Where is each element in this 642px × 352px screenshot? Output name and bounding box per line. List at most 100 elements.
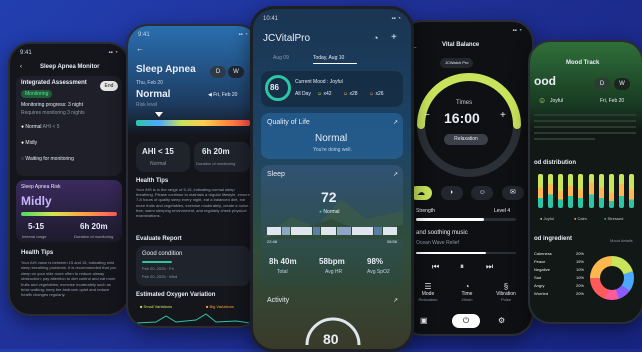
risk-sub: Risk level: [136, 102, 158, 108]
activity-score: 80: [323, 331, 339, 347]
list-item-waiting: ○ Waiting for monitoring: [21, 156, 74, 162]
date-nav[interactable]: ◀ Fri, Feb 20: [208, 92, 237, 98]
end-button[interactable]: End: [100, 81, 118, 91]
date-label: Thu, Feb 20: [136, 80, 163, 86]
risk-value: Midly: [21, 194, 52, 208]
settings-icon[interactable]: ⚙: [498, 316, 505, 325]
tips-text: Your AHI value is between 15 and 15, ind…: [21, 260, 117, 298]
status-bar: 10:41 ▪▪ ◔: [263, 16, 401, 22]
page-title: Sleep Apnea Monitor: [40, 64, 100, 70]
mood-description: [534, 110, 636, 150]
drop-icon[interactable]: ◗: [440, 186, 463, 200]
sleep-end-time: 08:56: [387, 239, 398, 244]
mood-label: Joyful: [550, 98, 564, 104]
stat-total-label: Total: [277, 269, 288, 275]
mode-cards: ☰ Mode Relaxation ◔ Time 20min § Vibrati…: [412, 282, 522, 302]
stat-hr-label: Avg HR: [325, 269, 343, 275]
sleep-title: Sleep: [267, 171, 285, 178]
next-icon[interactable]: ⏭: [486, 262, 493, 272]
back-icon[interactable]: ←: [136, 44, 144, 53]
history-icon[interactable]: ◔: [373, 33, 378, 43]
evaluate-title: Evaluate Report: [136, 236, 182, 242]
progress-label: Monitoring progress: 3 night: [21, 102, 83, 108]
segment-week[interactable]: W: [228, 66, 244, 78]
mail-icon[interactable]: ✉: [501, 186, 524, 200]
oxygen-chart: [136, 313, 250, 324]
duration-value: 6h 20m: [202, 147, 230, 156]
segment-day[interactable]: D: [594, 78, 610, 90]
music-progress-fill: [416, 252, 486, 254]
qol-sub: You're doing well.: [313, 147, 352, 153]
list-item: Worried 20%: [534, 291, 584, 296]
duration-value: 6h 20m: [80, 222, 108, 231]
list-item: Sad 10%: [534, 275, 584, 280]
strength-slider-fill: [416, 218, 484, 221]
stat-spo2-value: 98%: [367, 257, 384, 266]
relaxation-button[interactable]: Relaxation: [444, 134, 488, 145]
ahi-sub: Normal: [150, 161, 167, 167]
evaluate-date-1: Feb 20, 2025 · Fri: [142, 266, 174, 271]
sleep-status: ● Normal: [319, 209, 340, 215]
progress-sub: Requires monitoring 3 nights: [21, 110, 85, 116]
segment-week[interactable]: W: [614, 78, 630, 90]
device-chip[interactable]: JCWatch Pro: [440, 58, 474, 68]
distribution-chart: [538, 174, 634, 208]
mood-heading: ood: [534, 74, 556, 88]
face-icon[interactable]: ☺: [471, 186, 494, 200]
duration-sub: Duration of monitoring: [196, 161, 236, 166]
tab-underline: [313, 63, 357, 64]
phone-vital-balance: ▪▪ ◔ ← Vital Balance JCWatch Pro Times −…: [400, 20, 534, 336]
phone-mood-track: Mood Track ood D W ☺ Joyful Fri, Feb 20 …: [528, 40, 642, 324]
qol-value: Normal: [315, 133, 348, 144]
score-value: 86: [270, 83, 279, 92]
mode-label: Times: [456, 100, 473, 106]
tab-today[interactable]: Today, Aug 10: [313, 55, 344, 61]
strength-level: Level 4: [494, 208, 511, 214]
mode-card[interactable]: ☰ Mode Relaxation: [412, 282, 444, 302]
qol-arrow-icon[interactable]: ↗: [393, 119, 398, 126]
power-button[interactable]: ⏻: [452, 314, 480, 328]
activity-title: Activity: [267, 297, 290, 304]
evaluate-date-2: Feb 20, 2025 · Wed: [142, 274, 178, 279]
tab-aug-09[interactable]: Aug 09: [273, 55, 289, 61]
minus-button[interactable]: −: [424, 110, 430, 121]
list-item: Negative 10%: [534, 267, 584, 272]
segment-day[interactable]: D: [210, 66, 226, 78]
date-nav[interactable]: Fri, Feb 20: [600, 98, 624, 104]
sleep-arrow-icon[interactable]: ↗: [393, 171, 398, 178]
mood-count-calm: ☺ x28: [343, 91, 358, 97]
stat-spo2-label: Avg SpO2: [367, 269, 390, 275]
list-item: Angry 20%: [534, 283, 584, 288]
add-icon[interactable]: +: [391, 32, 397, 43]
clock-icon: ○: [21, 156, 25, 162]
mood-face-icon: ☺: [538, 96, 547, 105]
tips-title: Health Tips: [21, 250, 54, 256]
plus-button[interactable]: +: [500, 110, 506, 121]
legend-joyful: ● Joyful: [540, 216, 554, 221]
chevron-left-icon[interactable]: ◀: [208, 92, 212, 98]
music-title: and soothing music: [416, 230, 468, 236]
timer-value: 16:00: [444, 110, 480, 126]
ingredient-list: Calmness 20% Peace 15% Negative 10% Sad 10% …: [534, 250, 584, 298]
pause-icon[interactable]: ⏸: [460, 262, 464, 272]
check-icon: ●: [21, 124, 25, 130]
list-item: Calmness 20%: [534, 251, 584, 256]
book-icon[interactable]: ▣: [420, 316, 428, 325]
status-value: Normal: [136, 89, 171, 100]
back-icon[interactable]: ‹: [20, 64, 22, 70]
vibration-card[interactable]: § Vibration Pulse: [490, 282, 522, 302]
ahi-range-value: 5-15: [28, 222, 45, 231]
list-item: Peace 15%: [534, 259, 584, 264]
mood-count-stressed: ☺ x26: [369, 91, 384, 97]
stat-total-value: 8h 40m: [269, 257, 297, 266]
phone-sleep-apnea-monitor: 9:41 ▪▪ ◔ ‹ Sleep Apnea Monitor Integrate…: [8, 42, 130, 316]
legend-big: ■ Big Variations: [206, 304, 234, 309]
activity-arrow-icon[interactable]: ↗: [393, 297, 398, 304]
distribution-title: od distribution: [534, 160, 576, 166]
ingredient-donut: [590, 256, 634, 300]
risk-gradient-bar: [21, 212, 117, 216]
page-title: Vital Balance: [442, 42, 480, 48]
prev-icon[interactable]: ⏮: [432, 262, 439, 272]
mood-details-link[interactable]: Mood details: [610, 238, 633, 243]
time-card[interactable]: ◔ Time 20min: [451, 282, 483, 302]
